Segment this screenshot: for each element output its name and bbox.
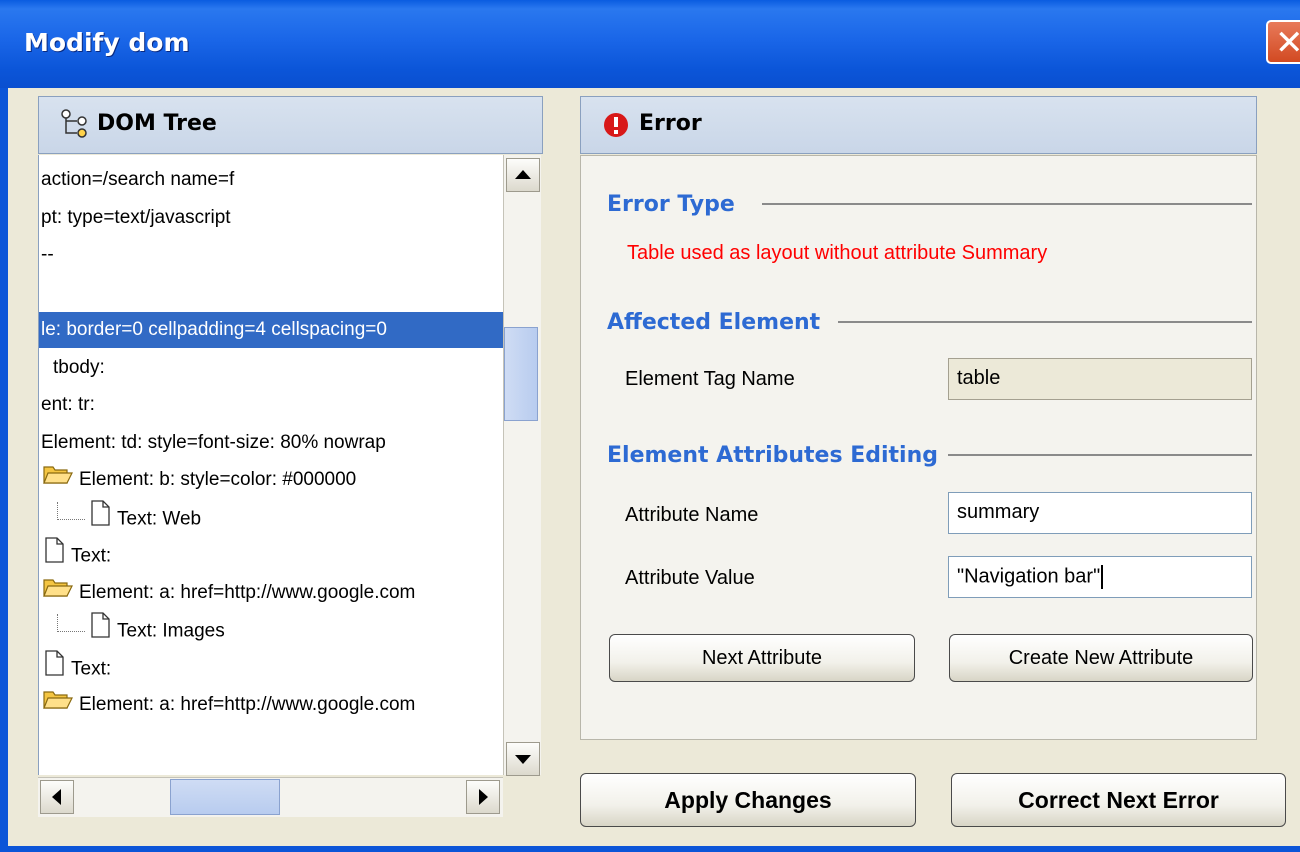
- attribute-name-label: Attribute Name: [625, 504, 759, 526]
- tree-row-label: Element: a: href=http://www.google.com: [79, 694, 416, 716]
- arrow-left-icon: [52, 789, 61, 805]
- tree-row-selected[interactable]: le: border=0 cellpadding=4 cellspacing=0: [39, 312, 503, 348]
- section-divider: [948, 454, 1252, 456]
- arrow-up-icon: [515, 170, 531, 179]
- folder-open-icon: [43, 462, 73, 498]
- attribute-name-input[interactable]: summary: [948, 492, 1252, 534]
- tree-row-label: Element: td: style=font-size: 80% nowrap: [41, 431, 386, 453]
- scroll-right-button[interactable]: [466, 780, 500, 814]
- folder-open-icon: [43, 575, 73, 611]
- scroll-down-button[interactable]: [506, 742, 540, 776]
- file-icon: [89, 499, 111, 539]
- text-caret: [1101, 565, 1104, 589]
- tree-row-label: Element: b: style=color: #000000: [79, 469, 357, 491]
- title-bar[interactable]: Modify dom ✕: [0, 0, 1300, 88]
- tree-row[interactable]: Element: a: href=http://www.google.com: [43, 575, 415, 611]
- error-icon: [604, 113, 628, 137]
- scroll-up-button[interactable]: [506, 158, 540, 192]
- attribute-value-input[interactable]: "Navigation bar": [948, 556, 1252, 598]
- next-attribute-button[interactable]: Next Attribute: [609, 634, 915, 682]
- tree-row-label: le: border=0 cellpadding=4 cellspacing=0: [41, 319, 387, 340]
- tree-row[interactable]: Element: b: style=color: #000000: [43, 462, 356, 498]
- tree-row-label: Text: Web: [117, 508, 202, 530]
- section-divider: [838, 321, 1252, 323]
- create-new-attribute-button[interactable]: Create New Attribute: [949, 634, 1253, 682]
- folder-open-icon: [43, 687, 73, 723]
- tree-row[interactable]: Element: a: href=http://www.google.com: [43, 687, 415, 723]
- tree-row-label: ent: tr:: [41, 394, 95, 415]
- tree-row-label: action=/search name=f: [41, 169, 235, 190]
- tree-row[interactable]: Text:: [43, 537, 111, 573]
- tree-row[interactable]: --: [41, 237, 54, 273]
- tree-row-label: Text: Images: [117, 620, 225, 642]
- tree-row[interactable]: tbody:: [53, 350, 105, 386]
- attribute-value-text: "Navigation bar": [957, 565, 1101, 588]
- tree-vertical-scrollbar[interactable]: [503, 155, 541, 775]
- scroll-left-button[interactable]: [40, 780, 74, 814]
- tree-connector-line: [57, 614, 85, 632]
- arrow-right-icon: [479, 789, 488, 805]
- tree-row-label: Text:: [71, 658, 112, 680]
- window-frame-left: [0, 88, 8, 852]
- file-icon: [43, 537, 65, 576]
- close-icon: ✕: [1275, 23, 1300, 63]
- file-icon: [89, 612, 111, 651]
- error-header: Error: [580, 96, 1257, 154]
- tree-row-label: tbody:: [53, 356, 105, 378]
- vertical-scroll-thumb[interactable]: [504, 327, 538, 421]
- dom-tree-view[interactable]: action=/search name=f pt: type=text/javas…: [38, 155, 503, 775]
- tree-row[interactable]: Text: Images: [57, 612, 225, 648]
- tree-connector-line: [57, 501, 85, 520]
- tree-row[interactable]: Text: Web: [57, 499, 202, 539]
- tree-row-label: Element: a: href=http://www.google.com: [79, 581, 416, 603]
- apply-changes-button[interactable]: Apply Changes: [580, 773, 916, 827]
- window-title: Modify dom: [24, 28, 190, 57]
- error-type-heading: Error Type: [607, 192, 735, 217]
- window-frame-bottom: [0, 846, 1300, 852]
- attributes-editing-heading: Element Attributes Editing: [607, 443, 939, 468]
- error-message: Table used as layout without attribute S…: [627, 242, 1048, 264]
- close-button[interactable]: ✕: [1266, 20, 1300, 64]
- tree-row[interactable]: ent: tr:: [41, 387, 95, 423]
- tree-row-label: --: [41, 244, 54, 265]
- tree-row[interactable]: Text:: [43, 649, 112, 689]
- arrow-down-icon: [515, 755, 531, 764]
- dom-tree-title: DOM Tree: [97, 111, 217, 136]
- error-panel-title: Error: [639, 111, 702, 136]
- tree-row[interactable]: Element: td: style=font-size: 80% nowrap: [41, 425, 386, 461]
- section-divider: [762, 203, 1252, 205]
- dom-tree-header: DOM Tree: [38, 96, 543, 154]
- correct-next-error-button[interactable]: Correct Next Error: [951, 773, 1286, 827]
- horizontal-scroll-thumb[interactable]: [170, 779, 280, 815]
- tree-row[interactable]: pt: type=text/javascript: [41, 200, 231, 236]
- tree-row-label: Text:: [71, 545, 112, 567]
- tree-row[interactable]: action=/search name=f: [41, 162, 234, 198]
- attribute-value-label: Attribute Value: [625, 567, 755, 589]
- file-icon: [43, 649, 65, 689]
- element-tag-name-label: Element Tag Name: [625, 368, 795, 390]
- element-tag-name-field: table: [948, 358, 1252, 400]
- tree-row-label: pt: type=text/javascript: [41, 206, 231, 228]
- affected-element-heading: Affected Element: [607, 310, 821, 335]
- tree-structure-icon: [61, 109, 87, 138]
